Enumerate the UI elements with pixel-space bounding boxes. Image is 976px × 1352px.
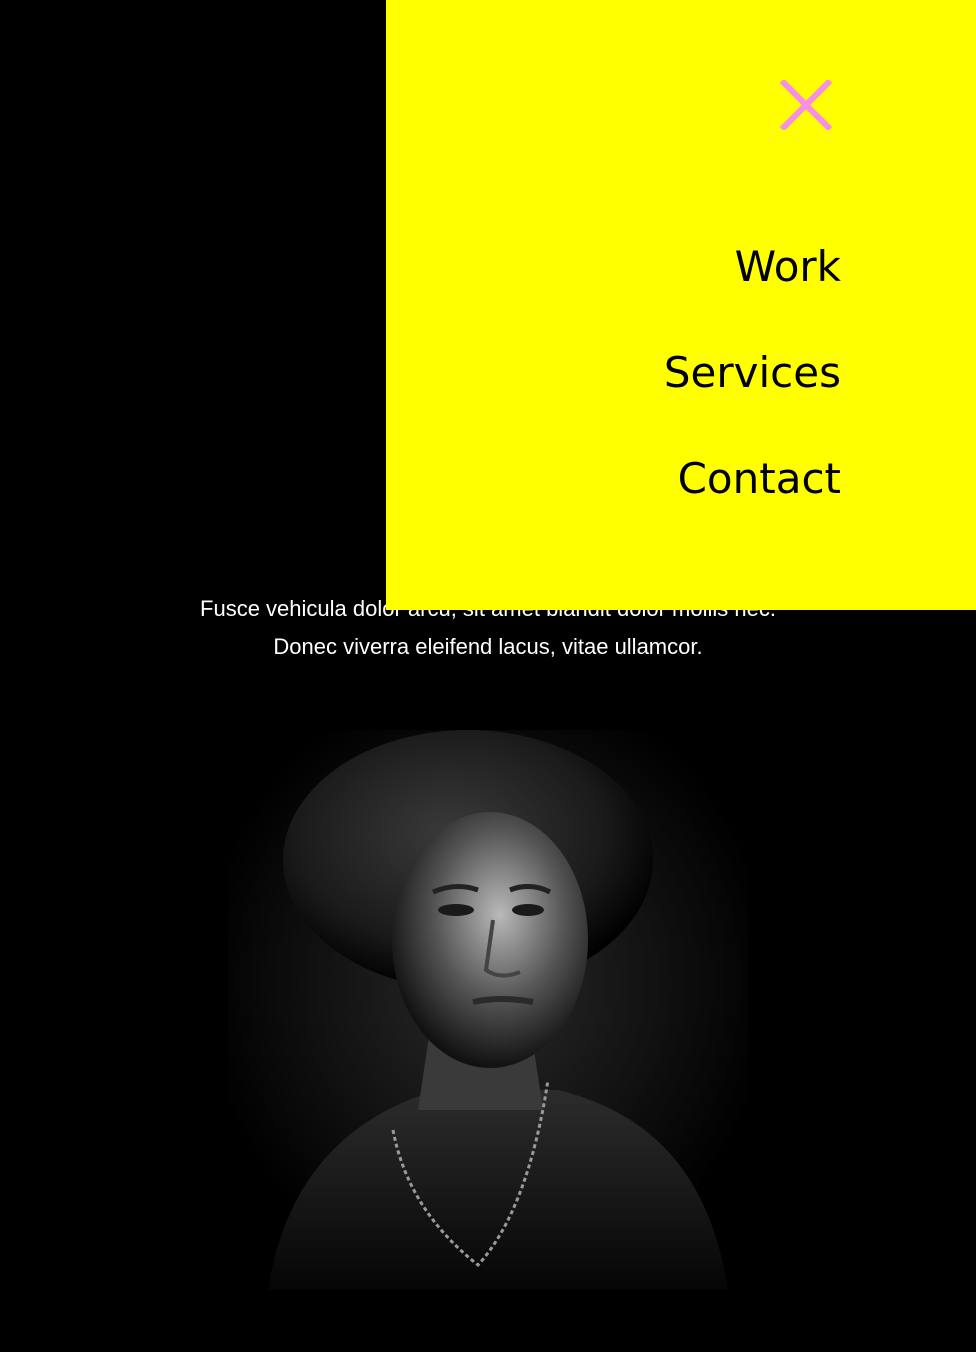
close-menu-button[interactable] — [779, 78, 833, 132]
nav-item-contact: Contact — [664, 426, 841, 532]
nav-link-services[interactable]: Services — [664, 320, 841, 426]
nav-link-contact[interactable]: Contact — [664, 426, 841, 532]
nav-link-work[interactable]: Work — [664, 214, 841, 320]
close-icon — [779, 78, 833, 132]
main-nav: Work Services Contact — [664, 214, 841, 532]
nav-item-services: Services — [664, 320, 841, 426]
nav-item-work: Work — [664, 214, 841, 320]
portrait-image — [228, 730, 748, 1290]
